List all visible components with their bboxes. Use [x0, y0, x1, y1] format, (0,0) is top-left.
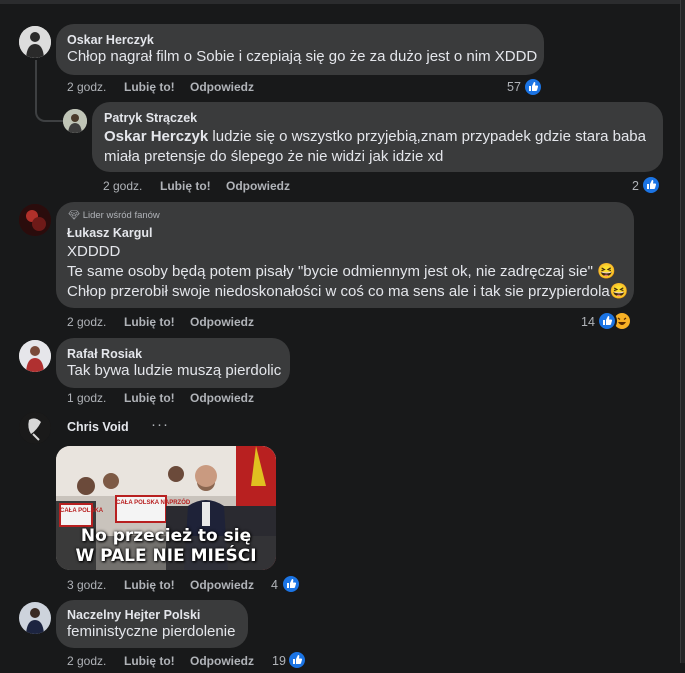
comment-author[interactable]: Patryk Strączek [104, 111, 197, 125]
like-icon[interactable] [281, 574, 301, 594]
comment-author[interactable]: Łukasz Kargul [67, 226, 152, 240]
comment-time[interactable]: 2 godz. [67, 80, 106, 94]
comment-text: Tak bywa ludzie muszą pierdolic [67, 362, 282, 379]
sign-text: CAŁA POLSKA NAPRZÓD [116, 500, 191, 506]
like-icon[interactable] [523, 77, 543, 97]
like-icon[interactable] [641, 175, 661, 195]
comment-text: feministyczne pierdolenie [67, 623, 236, 640]
gif-caption: W PALE NIE MIEŚCI [75, 546, 257, 566]
avatar[interactable] [19, 412, 51, 444]
comment-time[interactable]: 3 godz. [67, 578, 106, 592]
person-icon [19, 340, 51, 372]
top-divider [0, 0, 680, 4]
comment-text-line: XDDDD [67, 243, 121, 260]
avatar[interactable] [19, 340, 51, 372]
avatar[interactable] [19, 26, 51, 58]
gif-caption: No przecież to się [80, 526, 252, 546]
reply-button[interactable]: Odpowiedz [190, 80, 254, 94]
reply-button[interactable]: Odpowiedz [190, 315, 254, 329]
comment-author[interactable]: Oskar Herczyk [67, 33, 154, 47]
like-button[interactable]: Lubię to! [160, 179, 211, 193]
comment-time[interactable]: 2 godz. [67, 315, 106, 329]
person-icon [19, 602, 51, 634]
reaction-count[interactable]: 57 [507, 80, 521, 94]
reaction-count[interactable]: 14 [581, 315, 595, 329]
like-button[interactable]: Lubię to! [124, 315, 175, 329]
avatar[interactable] [63, 109, 87, 133]
like-button[interactable]: Lubię to! [124, 391, 175, 405]
reaction-count[interactable]: 4 [271, 578, 278, 592]
avatar[interactable] [19, 602, 51, 634]
gif-attachment[interactable]: CAŁA POLSKA CAŁA POLSKA NAPRZÓD No przec… [56, 446, 276, 570]
like-button[interactable]: Lubię to! [124, 654, 175, 668]
top-fan-badge[interactable]: 💎︎ Lider wśród fanów [68, 210, 160, 221]
mention-link[interactable]: Oskar Herczyk [104, 128, 208, 145]
person-icon [19, 412, 51, 444]
like-icon[interactable] [597, 311, 617, 331]
reply-button[interactable]: Odpowiedz [190, 654, 254, 668]
like-button[interactable]: Lubię to! [124, 578, 175, 592]
diamond-icon: 💎︎ [68, 210, 81, 221]
reply-button[interactable]: Odpowiedz [226, 179, 290, 193]
comment-time[interactable]: 2 godz. [103, 179, 142, 193]
comment-author[interactable]: Chris Void [67, 420, 129, 434]
like-button[interactable]: Lubię to! [124, 80, 175, 94]
like-icon[interactable] [287, 650, 307, 670]
comment-text-line: Chłop przerobił swoje niedoskonałości w … [67, 283, 629, 300]
reply-thread-line [35, 60, 63, 122]
sign-text: CAŁA POLSKA [60, 508, 104, 514]
comment-text: Oskar Herczyk ludzie się o wszystko przy… [104, 128, 646, 145]
reply-button[interactable]: Odpowiedz [190, 578, 254, 592]
comment-text-line: miała pretensje do ślepego że nie widzi … [104, 148, 444, 165]
reaction-count[interactable]: 19 [272, 654, 286, 668]
reply-button[interactable]: Odpowiedz [190, 391, 254, 405]
scrollbar[interactable] [680, 0, 685, 663]
comment-time[interactable]: 1 godz. [67, 391, 106, 405]
avatar[interactable] [19, 204, 51, 236]
person-icon [63, 109, 87, 133]
person-icon [19, 204, 51, 236]
comment-text: Chłop nagrał film o Sobie i czepiają się… [67, 48, 538, 65]
comment-time[interactable]: 2 godz. [67, 654, 106, 668]
comment-author[interactable]: Naczelny Hejter Polski [67, 608, 200, 622]
more-options-button[interactable]: ··· [151, 416, 169, 433]
reaction-count[interactable]: 2 [632, 179, 639, 193]
comment-author[interactable]: Rafał Rosiak [67, 347, 142, 361]
person-icon [19, 26, 51, 58]
comment-text-line: Te same osoby będą potem pisały "bycie o… [67, 263, 616, 280]
